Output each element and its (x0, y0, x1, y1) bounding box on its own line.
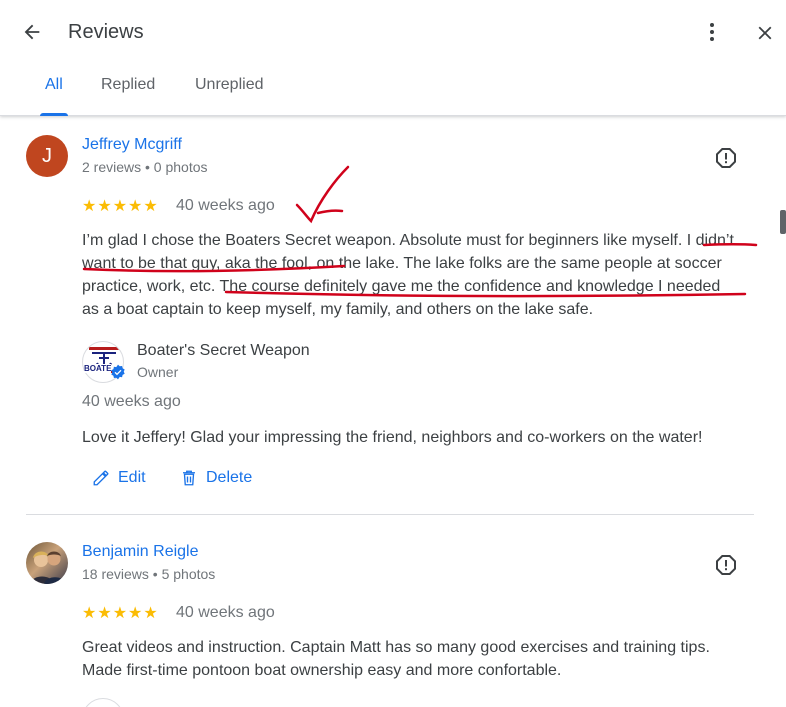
review-text-line: I’m glad I chose the Boaters Secret weap… (82, 232, 734, 249)
reply-time: 40 weeks ago (82, 393, 181, 410)
review-time: 40 weeks ago (176, 197, 275, 214)
star-rating: ★★★★★ (82, 198, 159, 215)
review-text-line: practice, work, etc. The course definite… (82, 278, 721, 295)
more-vert-icon (710, 23, 714, 41)
review-divider (26, 514, 754, 515)
report-icon (716, 555, 736, 575)
tab-replied[interactable]: Replied (101, 76, 155, 116)
arrow-back-icon (24, 24, 40, 40)
review-text: I’m glad I chose the Boaters Secret weap… (82, 229, 762, 321)
close-button[interactable] (752, 20, 778, 46)
close-icon (758, 26, 772, 40)
pencil-icon (93, 470, 109, 486)
report-review-button[interactable] (714, 553, 738, 577)
edit-label: Edit (118, 469, 146, 486)
star-rating: ★★★★★ (82, 605, 159, 622)
reviewer-name[interactable]: Jeffrey Mcgriff (82, 136, 182, 154)
reviewer-avatar[interactable]: J (26, 135, 68, 177)
review-text-line: Great videos and instruction. Captain Ma… (82, 639, 710, 656)
reviewer-name[interactable]: Benjamin Reigle (82, 543, 199, 561)
active-tab-indicator (40, 113, 68, 116)
back-button[interactable] (18, 18, 46, 46)
reviews-header: Reviews All Replied Unreplied (0, 0, 786, 116)
owner-logo (82, 698, 124, 707)
delete-reply-button[interactable]: Delete (180, 469, 252, 487)
more-options-button[interactable] (700, 20, 724, 44)
reviews-panel: Reviews All Replied Unreplied J Jeffrey … (0, 0, 786, 707)
tab-all[interactable]: All (45, 76, 63, 116)
review-text-line: want to be that guy, aka the fool, on th… (82, 255, 722, 272)
review-text-line: as a boat captain to keep myself, my fam… (82, 301, 594, 318)
scrollbar-thumb[interactable] (780, 210, 786, 234)
check-mark (295, 165, 350, 224)
owner-name: Boater's Secret Weapon (137, 342, 310, 359)
reviewer-meta: 18 reviews • 5 photos (82, 566, 216, 582)
reviewer-meta: 2 reviews • 0 photos (82, 159, 208, 175)
reply-text: Love it Jeffery! Glad your impressing th… (82, 429, 703, 446)
delete-label: Delete (206, 469, 253, 486)
reviewer-avatar[interactable] (26, 542, 68, 584)
owner-role: Owner (137, 364, 179, 380)
tab-unreplied[interactable]: Unreplied (195, 76, 263, 116)
edit-reply-button[interactable]: Edit (92, 469, 146, 487)
trash-icon (183, 470, 195, 486)
page-title: Reviews (68, 21, 144, 43)
owner-logo-text: BOATE (84, 364, 112, 373)
profile-photo-icon (30, 551, 66, 584)
review-time: 40 weeks ago (176, 604, 275, 621)
report-review-button[interactable] (714, 146, 738, 170)
verified-badge-icon (110, 364, 126, 380)
arrow-tip (316, 209, 344, 215)
report-icon (716, 148, 736, 168)
review-tabs: All Replied Unreplied (0, 70, 786, 116)
review-text: Great videos and instruction. Captain Ma… (82, 636, 762, 682)
review-text-line: Made first-time pontoon boat ownership e… (82, 662, 562, 679)
